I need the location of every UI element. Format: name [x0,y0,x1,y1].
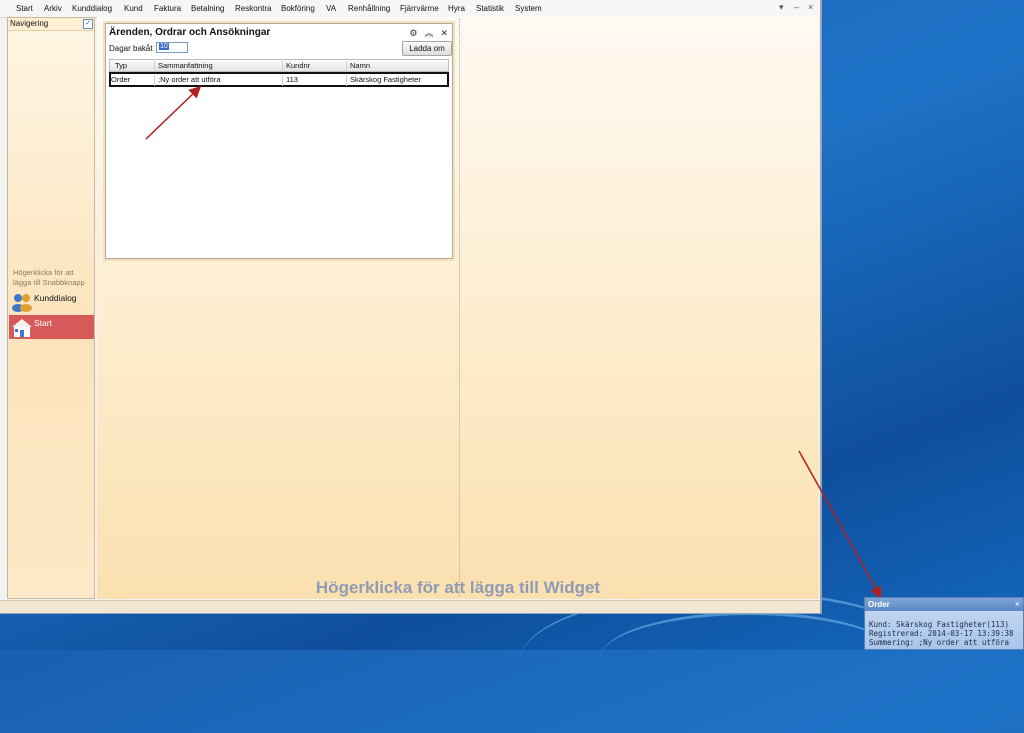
menu-bar: Start Arkiv Kunddialog Kund Faktura Beta… [0,0,820,18]
menu-kund[interactable]: Kund [124,4,143,13]
cell-kundnr: 113 [286,75,298,84]
menu-kunddialog[interactable]: Kunddialog [72,4,112,13]
navigation-header: Navigering ✓ [8,18,94,31]
gear-icon[interactable]: ⚙ [409,28,417,38]
navigation-checkbox[interactable]: ✓ [83,19,93,29]
menu-arkiv[interactable]: Arkiv [44,4,62,13]
close-widget-icon[interactable]: ✕ [440,28,448,38]
column-header-sammanfattning[interactable]: Sammanfattning [158,61,213,70]
menu-betalning[interactable]: Betalning [191,4,224,13]
dashboard-area: Ärenden, Ordrar och Ansökningar ⚙ ︽ ✕ Daga… [97,17,819,599]
collapse-icon[interactable]: ︽ [424,28,433,38]
notification-header: Order × [865,598,1023,611]
order-notification[interactable]: Order × Kund: Skärskog Fastigheter(113) … [864,597,1024,650]
column-header-kundnr[interactable]: Kundnr [286,61,310,70]
notification-line: Registrerad: 2014-03-17 13:39:38 [869,629,1014,638]
minimize-icon[interactable]: – [794,2,799,12]
shortcut-label: Start [34,318,52,328]
menu-renhallning[interactable]: Renhållning [348,4,390,13]
table-header: Typ Sammanfattning Kundnr Namn [109,59,449,72]
desktop-wallpaper-swirl [600,612,900,705]
notification-title: Order [868,600,890,609]
shortcut-kunddialog[interactable]: Kunddialog [9,290,94,314]
menu-reskontra[interactable]: Reskontra [235,4,271,13]
menu-faktura[interactable]: Faktura [154,4,181,13]
widget-title: Ärenden, Ordrar och Ansökningar [109,27,271,38]
dropdown-icon[interactable]: ▾ [779,2,784,13]
cases-widget: Ärenden, Ordrar och Ansökningar ⚙ ︽ ✕ Daga… [105,23,453,259]
sidebar: Navigering ✓ Högerklicka för att lägga t… [7,17,95,599]
table-row[interactable]: Order ;Ny order att utföra 113 Skärskog … [109,72,449,87]
menu-statistik[interactable]: Statistik [476,4,504,13]
column-header-typ[interactable]: Typ [115,61,127,70]
cases-table: Typ Sammanfattning Kundnr Namn Order ;Ny… [109,59,449,87]
days-back-input[interactable]: 10 [156,42,188,53]
menu-hyra[interactable]: Hyra [448,4,465,13]
cell-namn: Skärskog Fastigheter [350,75,421,84]
menu-bokforing[interactable]: Bokföring [281,4,315,13]
column-divider [459,19,460,597]
close-icon[interactable]: × [808,2,813,12]
notification-line: Summering: ;Ny order att utföra [869,638,1009,647]
menu-va[interactable]: VA [326,4,336,13]
cell-typ: Order [111,75,131,84]
reload-button[interactable]: Ladda om [402,41,452,56]
notification-line: Kund: Skärskog Fastigheter(113) [869,620,1009,629]
menu-system[interactable]: System [515,4,542,13]
shortcut-start[interactable]: Start [9,315,94,339]
close-icon[interactable]: × [1015,599,1020,609]
people-icon [12,294,32,312]
cell-sammanfattning: ;Ny order att utföra [158,75,221,84]
shortcut-label: Kunddialog [34,293,77,303]
days-back-label: Dagar bakåt [109,44,153,53]
widget-hint: Högerklicka för att lägga till Widget [315,578,601,597]
widget-tools: ⚙ ︽ ✕ [402,26,448,39]
days-back-value: 10 [159,43,169,50]
house-icon [12,319,32,337]
status-strip [0,600,820,613]
navigation-label: Navigering [10,19,49,28]
menu-start[interactable]: Start [16,4,33,13]
app-window: Start Arkiv Kunddialog Kund Faktura Beta… [0,0,822,614]
menu-fjarrvarme[interactable]: Fjärrvärme [400,4,439,13]
shortcut-hint: Högerklicka för att lägga till Snabbknap… [13,268,85,287]
column-header-namn[interactable]: Namn [350,61,370,70]
